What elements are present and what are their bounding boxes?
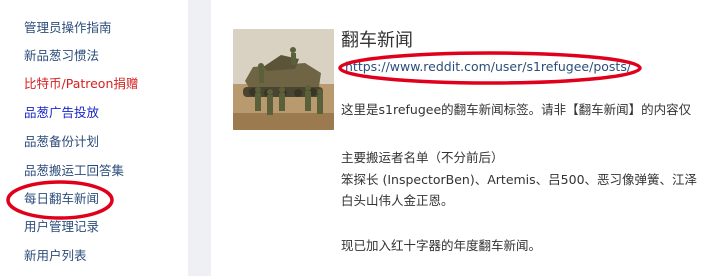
sidebar-item-backup-plan[interactable]: 品葱备份计划 bbox=[24, 134, 99, 150]
topic-url-link[interactable]: https://www.reddit.com/user/s1refugee/po… bbox=[345, 59, 631, 75]
topic-title: 翻车新闻 bbox=[341, 30, 413, 51]
sidebar-item-community-rules[interactable]: 新品葱习惯法 bbox=[24, 48, 99, 64]
sidebar: 管理员操作指南 新品葱习惯法 比特币/Patreon捐赠 品葱广告投放 品葱备份… bbox=[0, 0, 188, 276]
topic-description-line: 主要搬运者名单（不分前后） bbox=[341, 150, 504, 165]
sidebar-item-admin-guide[interactable]: 管理员操作指南 bbox=[24, 20, 112, 36]
topic-description-line: 白头山伟人金正恩。 bbox=[341, 193, 454, 208]
sidebar-item-daily-fails[interactable]: 每日翻车新闻 bbox=[24, 191, 99, 207]
topic-thumbnail bbox=[233, 29, 334, 130]
topic-description-line: 笨探长 (InspectorBen)、Artemis、吕500、恶习像弹簧、江泽 bbox=[341, 172, 698, 187]
sidebar-item-new-users[interactable]: 新用户列表 bbox=[24, 248, 87, 264]
topic-description-line: 这里是s1refugee的翻车新闻标签。请非【翻车新闻】的内容仅 bbox=[341, 102, 692, 117]
sidebar-item-user-management[interactable]: 用户管理记录 bbox=[24, 219, 99, 235]
sidebar-item-donate[interactable]: 比特币/Patreon捐赠 bbox=[24, 76, 138, 92]
topic-description-line: 现已加入红十字器的年度翻车新闻。 bbox=[341, 238, 542, 253]
topic-thumbnail-image bbox=[233, 29, 334, 130]
sidebar-item-porter-answers[interactable]: 品葱搬运工回答集 bbox=[24, 163, 124, 179]
sidebar-item-ads[interactable]: 品葱广告投放 bbox=[24, 105, 99, 121]
